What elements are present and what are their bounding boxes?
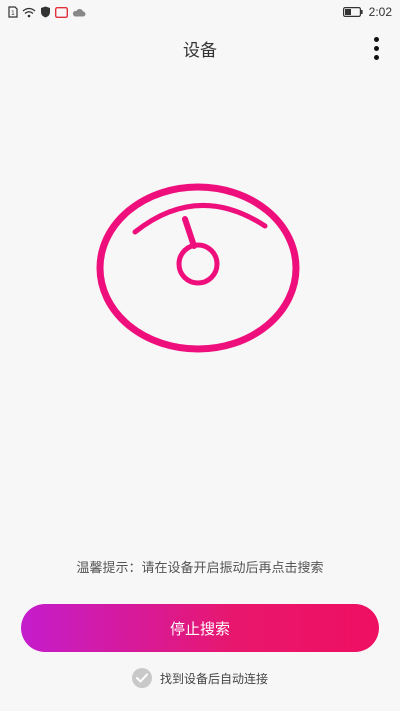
more-vertical-icon — [373, 36, 379, 42]
more-vertical-icon-dot — [373, 45, 379, 51]
auto-connect-row[interactable]: 找到设备后自动连接 — [0, 668, 400, 688]
more-menu-button[interactable] — [364, 34, 388, 62]
sim-icon: 1 — [8, 6, 18, 18]
screen-icon — [55, 6, 68, 18]
stop-search-button[interactable]: 停止搜索 — [21, 604, 379, 652]
status-time: 2:02 — [368, 5, 392, 19]
svg-text:1: 1 — [11, 10, 15, 17]
app-header: 设备 — [0, 24, 400, 72]
battery-icon — [342, 7, 363, 17]
wifi-icon — [22, 7, 36, 18]
shield-icon — [40, 6, 51, 18]
scale-illustration — [95, 182, 301, 354]
scale-icon — [96, 183, 300, 353]
status-right: 2:02 — [342, 5, 392, 19]
check-icon[interactable] — [131, 668, 152, 688]
hint-text: 温馨提示：请在设备开启振动后再点击搜索 — [76, 561, 324, 576]
more-vertical-icon-dot — [373, 54, 379, 60]
page-title: 设备 — [183, 40, 217, 61]
status-left-icons: 1 — [8, 6, 86, 18]
cloud-icon — [72, 8, 86, 17]
auto-connect-label: 找到设备后自动连接 — [159, 671, 268, 686]
status-bar: 1 2:02 — [0, 0, 400, 24]
